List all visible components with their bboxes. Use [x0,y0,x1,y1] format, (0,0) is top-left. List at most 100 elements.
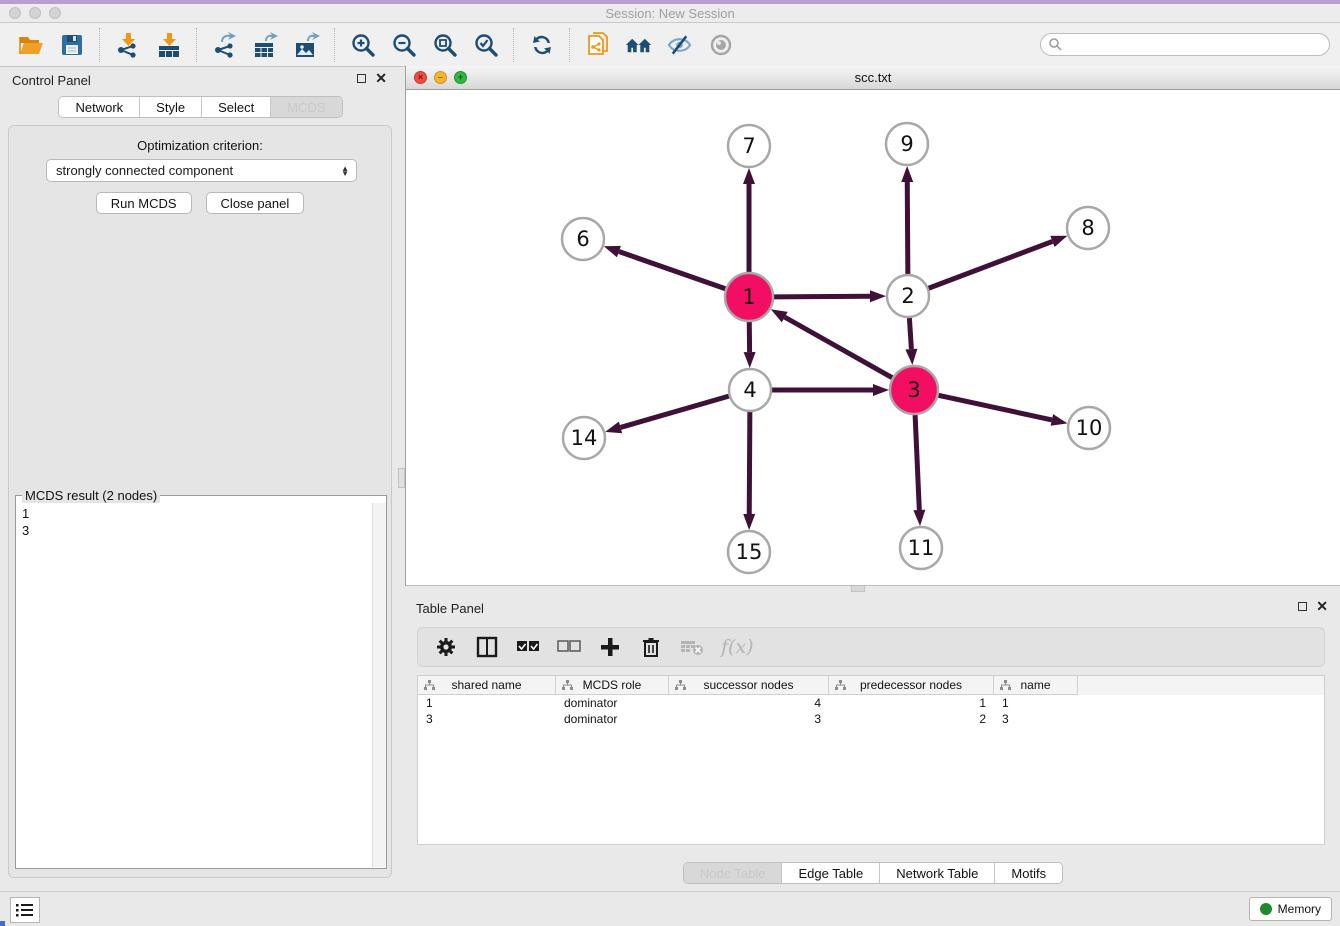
table-panel-close-icon[interactable]: ✕ [1316,601,1328,612]
open-session-icon[interactable] [17,31,44,58]
settings-gear-icon[interactable] [434,635,458,659]
table-cell[interactable]: 3 [418,711,556,727]
clone-network-icon[interactable] [584,31,611,58]
import-table-icon[interactable] [155,31,182,58]
graph-node-label: 11 [908,536,935,560]
dropdown-value: strongly connected component [56,163,233,178]
table-cell[interactable]: 1 [418,695,556,711]
zoom-in-icon[interactable] [349,31,376,58]
hide-selected-icon[interactable] [666,31,693,58]
close-panel-button[interactable]: Close panel [206,192,305,214]
tab-node-table[interactable]: Node Table [684,863,783,883]
column-layout-icon[interactable] [475,635,499,659]
table-cell[interactable]: 4 [669,695,829,711]
graph-edge-3-11[interactable] [915,415,919,510]
table-cell[interactable]: dominator [556,711,669,727]
zoom-out-icon[interactable] [390,31,417,58]
column-header-shared-name[interactable]: shared name [418,676,556,695]
memory-button[interactable]: Memory [1249,897,1332,921]
table-cell[interactable]: dominator [556,695,669,711]
graph-edge-3-1[interactable] [785,317,893,378]
toolbar-separator [513,28,514,62]
export-table-icon[interactable] [252,31,279,58]
table-cell[interactable]: 3 [994,711,1078,727]
table-cell[interactable]: 3 [669,711,829,727]
table-row[interactable]: 1dominator411 [418,695,1324,711]
table-cell[interactable]: 1 [829,695,994,711]
first-neighbors-icon[interactable] [625,31,652,58]
mcds-result-scrollbar[interactable] [372,503,386,867]
graph-edge-3-10[interactable] [938,395,1051,420]
mcds-result-line: 3 [22,522,365,539]
add-row-icon[interactable] [598,635,622,659]
save-session-icon[interactable] [58,31,85,58]
zoom-selected-icon[interactable] [472,31,499,58]
table-cell[interactable]: 2 [829,711,994,727]
function-builder-icon[interactable]: f(x) [721,636,754,658]
table-cell[interactable]: 1 [994,695,1078,711]
graph-edge-4-14[interactable] [621,396,729,427]
dropdown-stepper-icon: ▲▼ [341,166,349,176]
graph-edge-4-15[interactable] [749,412,750,514]
graph-edge-1-2[interactable] [774,296,870,297]
run-mcds-button[interactable]: Run MCDS [96,192,192,214]
search-field-wrap [1040,33,1330,56]
tab-network[interactable]: Network [59,97,140,117]
control-panel-close-icon[interactable]: ✕ [375,73,387,84]
column-type-icon [835,680,846,694]
window-title: Session: New Session [0,6,1340,21]
column-header-name[interactable]: name [994,676,1078,695]
column-header-predecessor-nodes[interactable]: predecessor nodes [829,676,994,695]
tab-edge-table[interactable]: Edge Table [782,863,880,883]
toolbar-separator [196,28,197,62]
control-panel: Control Panel ✕ Network Style Select MCD… [2,68,399,878]
tab-network-table[interactable]: Network Table [880,863,995,883]
column-header-successor-nodes[interactable]: successor nodes [669,676,829,695]
delete-table-icon[interactable] [680,635,704,659]
column-header-MCDS-role[interactable]: MCDS role [556,676,669,695]
apply-layout-icon[interactable] [528,31,555,58]
column-type-icon [424,680,435,694]
task-history-button[interactable] [10,897,40,923]
mcds-result-list: 13 [16,503,371,867]
mcds-result-box: MCDS result (2 nodes) 13 [15,495,387,869]
table-panel-float-icon[interactable] [1298,602,1307,611]
memory-label: Memory [1278,902,1321,916]
import-network-icon[interactable] [114,31,141,58]
network-window: × – + scc.txt 7968124314101511 [406,66,1340,586]
mcds-result-line: 1 [22,505,365,522]
graph-edge-2-3[interactable] [909,318,911,349]
mcds-result-title: MCDS result (2 nodes) [22,488,160,503]
tab-mcds[interactable]: MCDS [271,97,341,117]
export-network-icon[interactable] [211,31,238,58]
control-panel-tabs: Network Style Select MCDS [2,96,399,118]
column-header-label: MCDS role [583,678,642,692]
column-header-label: name [1020,678,1050,692]
zoom-fit-icon[interactable] [431,31,458,58]
tab-select[interactable]: Select [202,97,271,117]
network-canvas[interactable]: 7968124314101511 [406,90,1340,585]
graph-edge-1-6[interactable] [619,252,726,289]
select-all-columns-icon[interactable] [516,635,540,659]
export-image-icon[interactable] [293,31,320,58]
main-toolbar [0,23,1340,67]
memory-status-icon [1260,903,1272,915]
optimization-criterion-dropdown[interactable]: strongly connected component ▲▼ [46,159,357,182]
show-all-icon[interactable] [707,31,734,58]
delete-row-icon[interactable] [639,635,663,659]
node-table-body: 1dominator4113dominator323 [418,695,1324,727]
focus-corner-mark [0,921,5,926]
table-row[interactable]: 3dominator323 [418,711,1324,727]
graph-node-label: 7 [742,134,755,158]
table-panel-title: Table Panel [416,601,484,616]
tab-motifs[interactable]: Motifs [995,863,1062,883]
graph-edge-2-9[interactable] [907,182,908,274]
node-table-header: shared name MCDS role successor nodesprede… [418,676,1324,695]
control-panel-float-icon[interactable] [357,74,366,83]
tab-style[interactable]: Style [140,97,202,117]
status-bar: Memory [0,891,1340,926]
graph-edge-2-8[interactable] [929,241,1053,288]
deselect-all-columns-icon[interactable] [557,635,581,659]
vertical-splitter-grip[interactable] [398,468,405,488]
search-input[interactable] [1040,33,1330,56]
